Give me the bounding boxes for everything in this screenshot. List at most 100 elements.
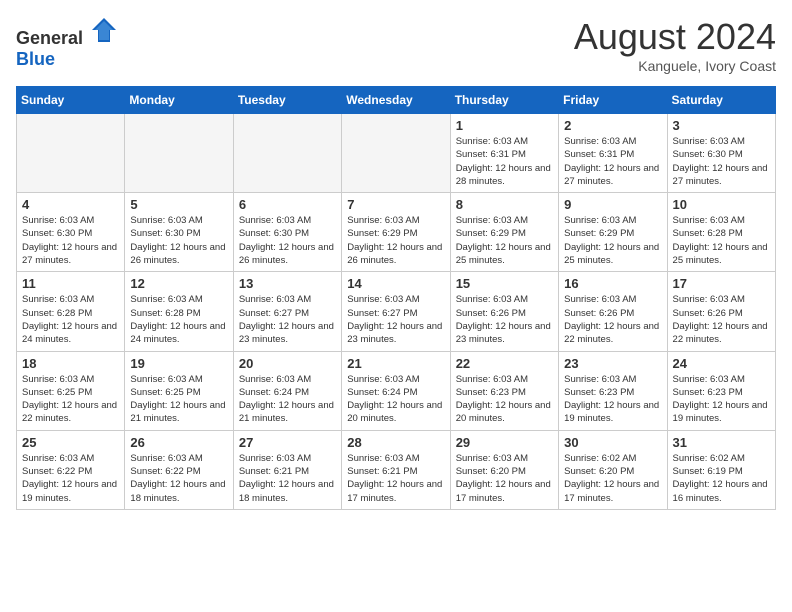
day-info: Sunrise: 6:03 AMSunset: 6:26 PMDaylight:… xyxy=(673,293,770,346)
calendar-cell: 18 Sunrise: 6:03 AMSunset: 6:25 PMDayligh… xyxy=(17,351,125,430)
title-section: August 2024 Kanguele, Ivory Coast xyxy=(574,16,776,74)
day-info: Sunrise: 6:03 AMSunset: 6:22 PMDaylight:… xyxy=(130,452,227,505)
day-number: 22 xyxy=(456,356,553,371)
month-year: August 2024 xyxy=(574,16,776,58)
day-number: 29 xyxy=(456,435,553,450)
day-info: Sunrise: 6:03 AMSunset: 6:30 PMDaylight:… xyxy=(239,214,336,267)
calendar-week-row: 4Sunrise: 6:03 AMSunset: 6:30 PMDaylight… xyxy=(17,193,776,272)
calendar-cell: 31 Sunrise: 6:02 AMSunset: 6:19 PMDayligh… xyxy=(667,430,775,509)
day-info: Sunrise: 6:03 AMSunset: 6:26 PMDaylight:… xyxy=(456,293,553,346)
day-number: 18 xyxy=(22,356,119,371)
weekday-header: Thursday xyxy=(450,87,558,114)
day-number: 7 xyxy=(347,197,444,212)
logo: General Blue xyxy=(16,16,118,70)
day-info: Sunrise: 6:03 AMSunset: 6:30 PMDaylight:… xyxy=(673,135,770,188)
calendar-cell: 17 Sunrise: 6:03 AMSunset: 6:26 PMDayligh… xyxy=(667,272,775,351)
calendar-cell: 9 Sunrise: 6:03 AMSunset: 6:29 PMDaylight… xyxy=(559,193,667,272)
weekday-header: Tuesday xyxy=(233,87,341,114)
calendar-header-row: SundayMondayTuesdayWednesdayThursdayFrid… xyxy=(17,87,776,114)
day-info: Sunrise: 6:03 AMSunset: 6:21 PMDaylight:… xyxy=(239,452,336,505)
calendar-cell: 16 Sunrise: 6:03 AMSunset: 6:26 PMDayligh… xyxy=(559,272,667,351)
day-info: Sunrise: 6:03 AMSunset: 6:28 PMDaylight:… xyxy=(130,293,227,346)
day-number: 17 xyxy=(673,276,770,291)
calendar-cell xyxy=(233,114,341,193)
day-info: Sunrise: 6:03 AMSunset: 6:31 PMDaylight:… xyxy=(456,135,553,188)
calendar-cell: 10Sunrise: 6:03 AMSunset: 6:28 PMDayligh… xyxy=(667,193,775,272)
weekday-header: Wednesday xyxy=(342,87,450,114)
calendar-week-row: 1 Sunrise: 6:03 AMSunset: 6:31 PMDaylight… xyxy=(17,114,776,193)
calendar-cell xyxy=(17,114,125,193)
calendar-cell: 21Sunrise: 6:03 AMSunset: 6:24 PMDayligh… xyxy=(342,351,450,430)
calendar-cell: 13Sunrise: 6:03 AMSunset: 6:27 PMDayligh… xyxy=(233,272,341,351)
day-number: 1 xyxy=(456,118,553,133)
day-info: Sunrise: 6:03 AMSunset: 6:30 PMDaylight:… xyxy=(130,214,227,267)
day-number: 3 xyxy=(673,118,770,133)
day-info: Sunrise: 6:03 AMSunset: 6:25 PMDaylight:… xyxy=(130,373,227,426)
day-number: 24 xyxy=(673,356,770,371)
day-info: Sunrise: 6:03 AMSunset: 6:21 PMDaylight:… xyxy=(347,452,444,505)
calendar-cell: 7Sunrise: 6:03 AMSunset: 6:29 PMDaylight… xyxy=(342,193,450,272)
day-number: 30 xyxy=(564,435,661,450)
calendar-cell: 29 Sunrise: 6:03 AMSunset: 6:20 PMDayligh… xyxy=(450,430,558,509)
day-number: 2 xyxy=(564,118,661,133)
calendar-cell xyxy=(342,114,450,193)
day-number: 12 xyxy=(130,276,227,291)
day-info: Sunrise: 6:03 AMSunset: 6:23 PMDaylight:… xyxy=(456,373,553,426)
calendar-cell: 27 Sunrise: 6:03 AMSunset: 6:21 PMDayligh… xyxy=(233,430,341,509)
day-number: 26 xyxy=(130,435,227,450)
day-number: 20 xyxy=(239,356,336,371)
calendar-table: SundayMondayTuesdayWednesdayThursdayFrid… xyxy=(16,86,776,510)
calendar-cell: 5 Sunrise: 6:03 AMSunset: 6:30 PMDaylight… xyxy=(125,193,233,272)
calendar-cell: 30 Sunrise: 6:02 AMSunset: 6:20 PMDayligh… xyxy=(559,430,667,509)
day-info: Sunrise: 6:03 AMSunset: 6:29 PMDaylight:… xyxy=(564,214,661,267)
calendar-cell: 3 Sunrise: 6:03 AMSunset: 6:30 PMDaylight… xyxy=(667,114,775,193)
logo-icon xyxy=(90,16,118,44)
day-number: 16 xyxy=(564,276,661,291)
calendar-cell: 25Sunrise: 6:03 AMSunset: 6:22 PMDayligh… xyxy=(17,430,125,509)
logo-text: General Blue xyxy=(16,16,118,70)
day-number: 19 xyxy=(130,356,227,371)
day-number: 31 xyxy=(673,435,770,450)
day-number: 23 xyxy=(564,356,661,371)
day-info: Sunrise: 6:03 AMSunset: 6:26 PMDaylight:… xyxy=(564,293,661,346)
calendar-cell: 23 Sunrise: 6:03 AMSunset: 6:23 PMDayligh… xyxy=(559,351,667,430)
day-number: 28 xyxy=(347,435,444,450)
weekday-header: Saturday xyxy=(667,87,775,114)
day-info: Sunrise: 6:03 AMSunset: 6:22 PMDaylight:… xyxy=(22,452,119,505)
page-header: General Blue August 2024 Kanguele, Ivory… xyxy=(16,16,776,74)
day-number: 21 xyxy=(347,356,444,371)
day-info: Sunrise: 6:03 AMSunset: 6:24 PMDaylight:… xyxy=(239,373,336,426)
logo-blue: Blue xyxy=(16,49,55,69)
calendar-cell: 15Sunrise: 6:03 AMSunset: 6:26 PMDayligh… xyxy=(450,272,558,351)
calendar-cell: 2 Sunrise: 6:03 AMSunset: 6:31 PMDaylight… xyxy=(559,114,667,193)
day-number: 27 xyxy=(239,435,336,450)
calendar-week-row: 11Sunrise: 6:03 AMSunset: 6:28 PMDayligh… xyxy=(17,272,776,351)
day-info: Sunrise: 6:03 AMSunset: 6:20 PMDaylight:… xyxy=(456,452,553,505)
calendar-week-row: 25Sunrise: 6:03 AMSunset: 6:22 PMDayligh… xyxy=(17,430,776,509)
day-info: Sunrise: 6:02 AMSunset: 6:19 PMDaylight:… xyxy=(673,452,770,505)
day-info: Sunrise: 6:02 AMSunset: 6:20 PMDaylight:… xyxy=(564,452,661,505)
day-info: Sunrise: 6:03 AMSunset: 6:29 PMDaylight:… xyxy=(456,214,553,267)
calendar-cell: 22 Sunrise: 6:03 AMSunset: 6:23 PMDayligh… xyxy=(450,351,558,430)
day-info: Sunrise: 6:03 AMSunset: 6:31 PMDaylight:… xyxy=(564,135,661,188)
calendar-cell: 24 Sunrise: 6:03 AMSunset: 6:23 PMDayligh… xyxy=(667,351,775,430)
day-info: Sunrise: 6:03 AMSunset: 6:23 PMDaylight:… xyxy=(673,373,770,426)
day-number: 8 xyxy=(456,197,553,212)
calendar-cell: 20 Sunrise: 6:03 AMSunset: 6:24 PMDayligh… xyxy=(233,351,341,430)
weekday-header: Friday xyxy=(559,87,667,114)
calendar-cell: 8 Sunrise: 6:03 AMSunset: 6:29 PMDaylight… xyxy=(450,193,558,272)
calendar-cell: 4Sunrise: 6:03 AMSunset: 6:30 PMDaylight… xyxy=(17,193,125,272)
weekday-header: Sunday xyxy=(17,87,125,114)
day-number: 9 xyxy=(564,197,661,212)
calendar-cell: 19 Sunrise: 6:03 AMSunset: 6:25 PMDayligh… xyxy=(125,351,233,430)
logo-general: General xyxy=(16,28,83,48)
calendar-cell: 12 Sunrise: 6:03 AMSunset: 6:28 PMDayligh… xyxy=(125,272,233,351)
day-info: Sunrise: 6:03 AMSunset: 6:28 PMDaylight:… xyxy=(22,293,119,346)
day-info: Sunrise: 6:03 AMSunset: 6:23 PMDaylight:… xyxy=(564,373,661,426)
day-info: Sunrise: 6:03 AMSunset: 6:25 PMDaylight:… xyxy=(22,373,119,426)
calendar-cell: 14Sunrise: 6:03 AMSunset: 6:27 PMDayligh… xyxy=(342,272,450,351)
day-number: 5 xyxy=(130,197,227,212)
calendar-cell: 26 Sunrise: 6:03 AMSunset: 6:22 PMDayligh… xyxy=(125,430,233,509)
day-number: 10 xyxy=(673,197,770,212)
calendar-week-row: 18 Sunrise: 6:03 AMSunset: 6:25 PMDayligh… xyxy=(17,351,776,430)
